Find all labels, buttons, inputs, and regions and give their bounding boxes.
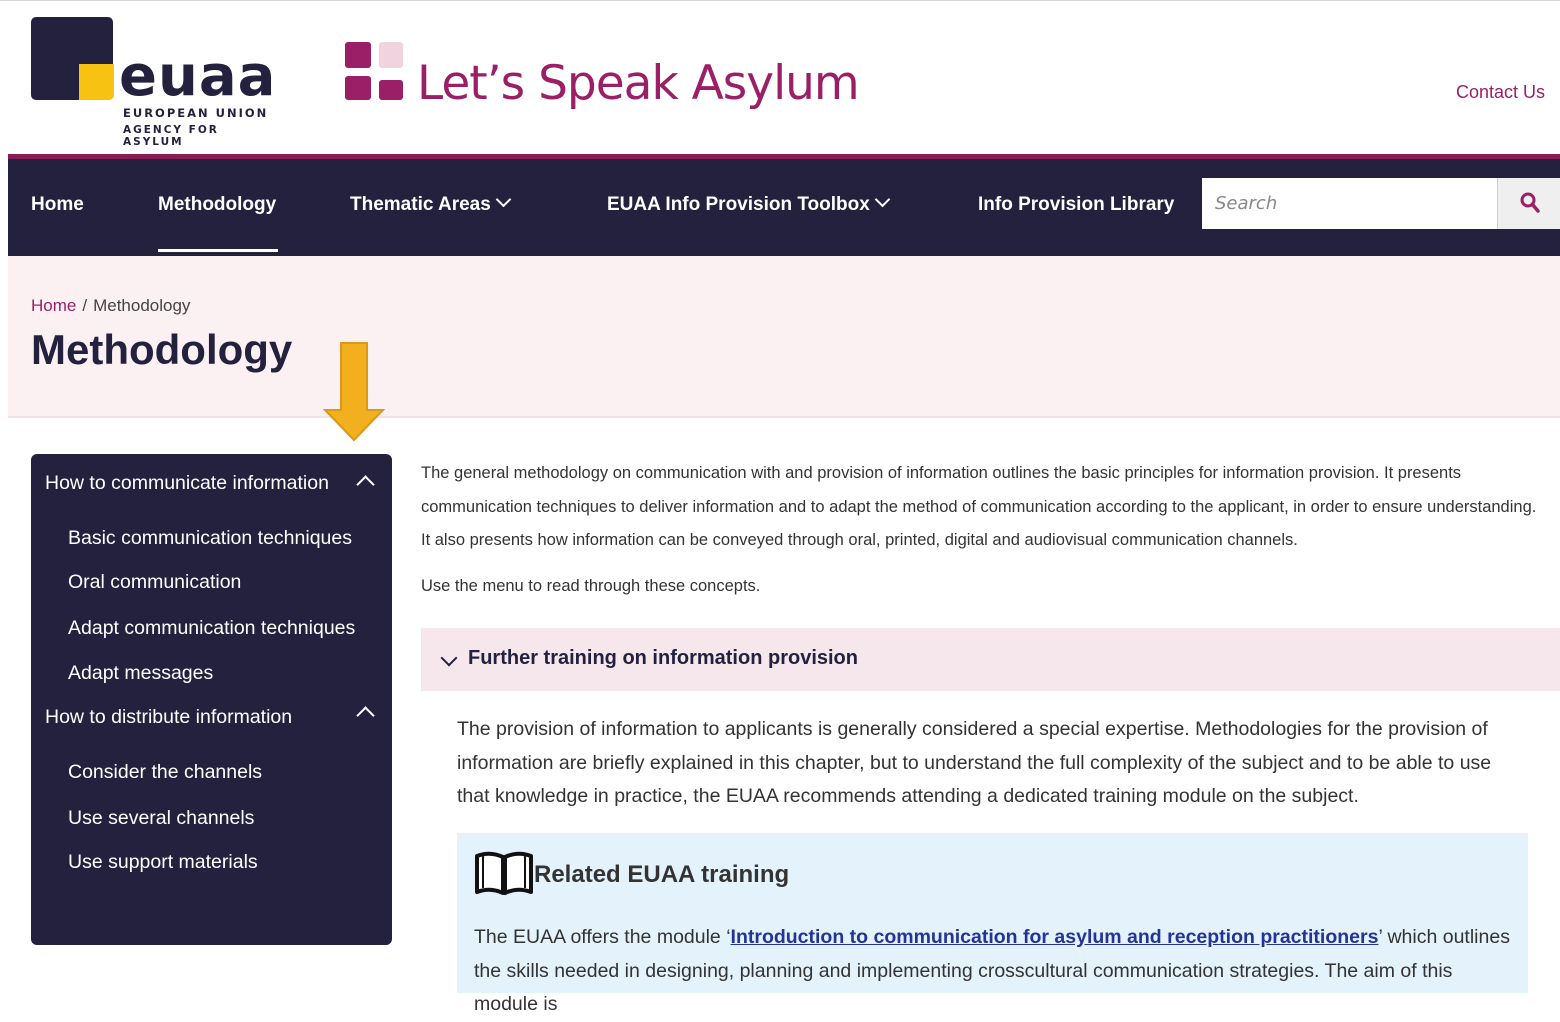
nav-toolbox-label: EUAA Info Provision Toolbox [607,194,870,215]
chevron-up-icon[interactable] [356,475,375,494]
down-arrow-annotation [322,342,386,442]
accordion-body: The provision of information to applican… [457,718,1492,807]
lets-speak-asylum-icon [345,42,405,102]
book-icon [475,851,533,895]
logo-yellow-square [79,64,114,100]
related-training-box: Related EUAA training The EUAA offers th… [457,833,1528,1015]
breadcrumb-home[interactable]: Home [31,296,76,315]
nav-thematic-areas[interactable]: Thematic Areas [350,191,512,218]
sidebar-item-basic-techniques[interactable]: Basic communication techniques [68,527,352,550]
sidebar-item-adapt-techniques[interactable]: Adapt communication techniques [68,617,355,640]
chevron-down-icon [440,649,458,667]
nav-methodology[interactable]: Methodology [158,192,276,218]
logo-wordmark: euaa [119,44,277,109]
page-title: Methodology [31,326,293,373]
page-title-band: Home / Methodology Methodology [8,256,1560,418]
nav-home[interactable]: Home [31,192,84,218]
accordion-title: Further training on information provisio… [468,647,858,669]
sidebar-item-adapt-messages[interactable]: Adapt messages [68,662,213,685]
intro-paragraph: The general methodology on communication… [421,464,1537,549]
sidebar-item-support-materials[interactable]: Use support materials [68,851,258,874]
accordion-further-training[interactable]: Further training on information provisio… [421,628,1560,691]
sidebar-item-several-channels[interactable]: Use several channels [68,807,254,830]
related-text-pre: The EUAA offers the module ‘ [474,926,731,948]
breadcrumb-separator: / [82,296,88,315]
breadcrumb-current: Methodology [93,296,191,315]
nav-thematic-label: Thematic Areas [350,194,491,215]
sidebar-section-distribute[interactable]: How to distribute information [45,706,292,729]
training-module-link[interactable]: Introduction to communication for asylum… [731,926,1379,948]
site-title[interactable]: Let’s Speak Asylum [417,54,860,114]
related-training-text: The EUAA offers the module ‘Introduction… [474,921,1514,1022]
logo-subtitle-line1: EUROPEAN UNION [123,106,269,120]
main-navigation: Home Methodology Thematic Areas EUAA Inf… [8,159,1560,256]
contact-us-link[interactable]: Contact Us [1456,82,1545,103]
menu-hint: Use the menu to read through these conce… [421,577,761,595]
chevron-up-icon[interactable] [356,706,375,725]
sidebar-menu: How to communicate information Basic com… [31,454,392,945]
breadcrumb: Home / Methodology [31,296,190,316]
sidebar-item-consider-channels[interactable]: Consider the channels [68,761,262,784]
search-input[interactable] [1202,178,1490,229]
chevron-down-icon [874,191,891,208]
euaa-logo[interactable]: euaa EUROPEAN UNION AGENCY FOR ASYLUM [31,17,281,148]
nav-toolbox[interactable]: EUAA Info Provision Toolbox [607,191,891,218]
logo-subtitle-line2: AGENCY FOR ASYLUM [123,124,219,148]
search-box [1202,178,1497,229]
sidebar-item-oral-communication[interactable]: Oral communication [68,571,241,594]
related-training-title: Related EUAA training [534,861,790,888]
search-button[interactable] [1497,178,1560,229]
site-header: euaa EUROPEAN UNION AGENCY FOR ASYLUM Le… [0,0,1560,154]
nav-active-indicator [158,249,278,252]
chevron-down-icon [495,191,512,208]
sidebar-section-communicate[interactable]: How to communicate information [45,472,329,495]
nav-info-provision-library[interactable]: Info Provision Library [978,192,1174,218]
search-icon [1520,192,1540,213]
